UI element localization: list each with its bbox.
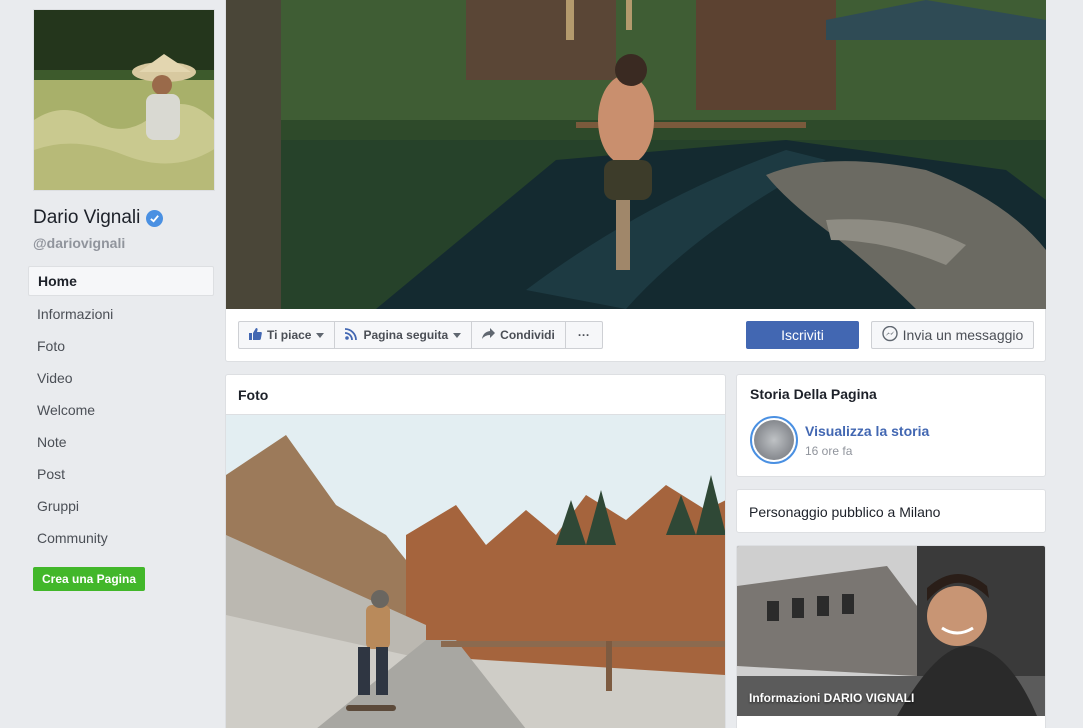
- story-avatar-image: [754, 420, 794, 460]
- about-caption[interactable]: Informazioni DARIO VIGNALI: [749, 691, 914, 705]
- cover-card: Ti piace Pagina seguita Condividi ··· Is…: [225, 0, 1046, 362]
- profile-picture[interactable]: [33, 9, 215, 191]
- like-label: Ti piace: [267, 328, 312, 342]
- left-sidebar: Dario Vignali @dariovignali Home Informa…: [0, 0, 222, 728]
- verified-badge-icon: [146, 209, 164, 227]
- nav-item-welcome[interactable]: Welcome: [28, 394, 214, 426]
- share-button[interactable]: Condividi: [472, 322, 566, 348]
- page-actions-group: Ti piace Pagina seguita Condividi ···: [238, 321, 603, 349]
- chevron-down-icon: [316, 332, 325, 338]
- page-action-bar: Ti piace Pagina seguita Condividi ··· Is…: [226, 309, 1046, 361]
- photos-title[interactable]: Foto: [226, 375, 725, 415]
- nav-item-note[interactable]: Note: [28, 426, 214, 458]
- share-arrow-icon: [482, 328, 496, 342]
- page-nav: Home Informazioni Foto Video Welcome Not…: [28, 266, 214, 554]
- send-message-button[interactable]: Invia un messaggio: [871, 321, 1034, 349]
- photos-card: Foto: [225, 374, 726, 728]
- send-message-label: Invia un messaggio: [902, 327, 1024, 343]
- story-timestamp: 16 ore fa: [805, 444, 853, 458]
- thumbs-up-icon: [249, 327, 262, 343]
- follow-label: Pagina seguita: [363, 328, 449, 342]
- page-story-card: Storia Della Pagina Visualizza la storia…: [736, 374, 1046, 477]
- page-category-text[interactable]: Personaggio pubblico a Milano: [749, 504, 940, 520]
- story-avatar[interactable]: [750, 416, 798, 464]
- create-page-button[interactable]: Crea una Pagina: [33, 567, 145, 591]
- nav-item-post[interactable]: Post: [28, 458, 214, 490]
- nav-item-community[interactable]: Community: [28, 522, 214, 554]
- rss-icon: [345, 327, 358, 343]
- photo-thumbnail[interactable]: [226, 415, 725, 728]
- page-name[interactable]: Dario Vignali: [33, 207, 164, 229]
- page-username[interactable]: @dariovignali: [33, 235, 125, 251]
- nav-item-gruppi[interactable]: Gruppi: [28, 490, 214, 522]
- share-label: Condividi: [500, 328, 555, 342]
- more-options-button[interactable]: ···: [566, 322, 602, 348]
- nav-item-informazioni[interactable]: Informazioni: [28, 298, 214, 330]
- subscribe-button[interactable]: Iscriviti: [746, 321, 859, 349]
- about-card[interactable]: Informazioni DARIO VIGNALI: [736, 545, 1046, 728]
- page-name-text[interactable]: Dario Vignali: [33, 207, 140, 229]
- messenger-icon: [881, 325, 898, 345]
- chevron-down-icon: [453, 332, 462, 338]
- like-button[interactable]: Ti piace: [239, 322, 336, 348]
- cover-photo[interactable]: [226, 0, 1046, 309]
- follow-button[interactable]: Pagina seguita: [335, 322, 473, 348]
- page-category-card: Personaggio pubblico a Milano: [736, 489, 1046, 533]
- nav-item-video[interactable]: Video: [28, 362, 214, 394]
- story-card-title: Storia Della Pagina: [750, 386, 877, 402]
- view-story-link[interactable]: Visualizza la storia: [805, 423, 929, 439]
- nav-item-foto[interactable]: Foto: [28, 330, 214, 362]
- more-dots-icon: ···: [577, 328, 590, 342]
- nav-item-home[interactable]: Home: [28, 266, 214, 296]
